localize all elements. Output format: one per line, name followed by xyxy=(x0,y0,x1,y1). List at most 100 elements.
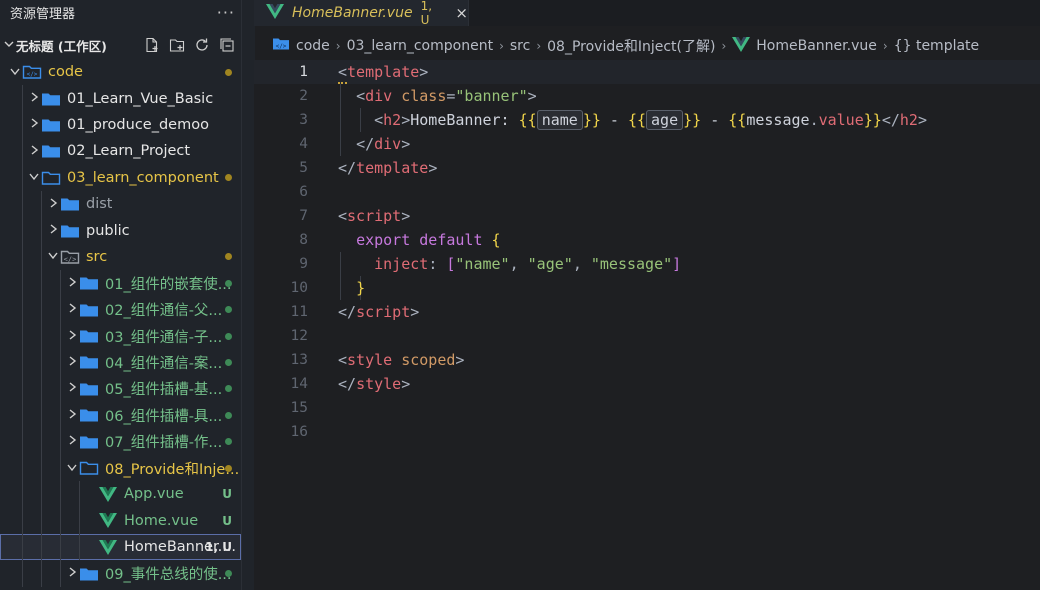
chevron-right-icon: › xyxy=(721,39,727,53)
collapse-all-icon[interactable] xyxy=(219,37,235,53)
folder-item[interactable]: </> code xyxy=(0,59,241,85)
close-icon[interactable]: × xyxy=(455,4,468,22)
line-number: 1 xyxy=(299,64,308,80)
folder-item[interactable]: 02_组件通信-父... xyxy=(0,296,241,323)
folder-icon xyxy=(79,566,99,582)
workspace-row[interactable]: 无标题 (工作区) xyxy=(0,34,241,56)
breadcrumb-item[interactable]: code xyxy=(296,38,330,54)
code-line: 12 xyxy=(254,324,1040,348)
tree-indent-guide xyxy=(41,243,42,271)
tree-indent-guide xyxy=(22,243,23,271)
src-folder-icon: </> xyxy=(60,249,80,265)
tree-indent-guide xyxy=(22,507,23,535)
tree-item-label: Home.vue xyxy=(124,512,199,529)
folder-item[interactable]: 02_Learn_Project xyxy=(0,138,241,165)
folder-icon xyxy=(79,275,99,291)
new-file-icon[interactable] xyxy=(144,37,160,53)
line-number: 6 xyxy=(299,184,308,200)
chevron-down-icon xyxy=(65,462,79,475)
folder-item[interactable]: 04_组件通信-案... xyxy=(0,349,241,376)
chevron-right-icon xyxy=(65,435,79,448)
folder-item[interactable]: 07_组件插槽-作... xyxy=(0,428,241,455)
tree-indent-guide xyxy=(22,481,23,508)
refresh-icon[interactable] xyxy=(194,37,210,53)
tree-indent-guide xyxy=(41,270,42,297)
folder-item[interactable]: 01_produce_demoo xyxy=(0,111,241,139)
folder-item[interactable]: dist xyxy=(0,190,241,218)
tree-indent-guide xyxy=(41,481,42,508)
tree-item-label: 02_组件通信-父... xyxy=(105,303,223,320)
folder-icon xyxy=(41,91,61,107)
svg-text:</>: </> xyxy=(276,43,287,50)
tree-indent-guide xyxy=(41,349,42,376)
tree-item-label: 08_Provide和Inje... xyxy=(105,461,240,478)
tree-indent-guide xyxy=(22,375,23,403)
chevron-right-icon xyxy=(65,409,79,422)
tree-indent-guide xyxy=(22,322,23,350)
tree-indent-guide xyxy=(22,560,23,587)
file-tree: </> code 01_Learn_Vue_Basic 01_produce_demo… xyxy=(0,59,241,587)
tree-item-label: code xyxy=(48,64,83,81)
tree-item-label: 03_learn_component xyxy=(67,169,219,186)
code-editor[interactable]: 1 <template> 2 <div class="banner"> 3 <h… xyxy=(254,60,1040,590)
tab-status: 1, U xyxy=(420,0,433,27)
code-line: 13 <style scoped> xyxy=(254,348,1040,372)
folder-item[interactable]: 08_Provide和Inje... xyxy=(0,454,241,482)
chevron-right-icon xyxy=(46,198,60,211)
folder-item[interactable]: 05_组件插槽-基... xyxy=(0,375,241,403)
tree-indent-guide xyxy=(60,454,61,482)
tree-indent-guide xyxy=(22,349,23,376)
folder-item[interactable]: 09_事件总线的使... xyxy=(0,560,241,587)
tree-indent-guide xyxy=(41,322,42,350)
breadcrumb-item[interactable]: HomeBanner.vue xyxy=(756,38,877,54)
sidebar-scrollbar[interactable] xyxy=(241,0,255,590)
chevron-down-icon xyxy=(27,171,41,184)
folder-icon xyxy=(41,117,61,133)
folder-item[interactable]: 01_Learn_Vue_Basic xyxy=(0,85,241,112)
tab-homebanner[interactable]: HomeBanner.vue 1, U × xyxy=(254,0,469,27)
tree-indent-guide xyxy=(22,402,23,429)
tree-indent-guide xyxy=(60,375,61,403)
tree-indent-guide xyxy=(22,85,23,112)
git-status-badge: U xyxy=(222,487,232,502)
tree-item-label: 07_组件插槽-作... xyxy=(105,435,223,452)
breadcrumb-item[interactable]: 03_learn_component xyxy=(347,38,493,54)
file-item[interactable]: Home.vue U xyxy=(0,507,241,535)
git-status-dot xyxy=(225,68,232,76)
tree-item-label: src xyxy=(86,248,108,265)
git-status-dot xyxy=(225,332,232,340)
git-status-dot xyxy=(225,174,232,182)
tree-indent-guide xyxy=(22,190,23,218)
explorer-actions xyxy=(144,37,241,53)
folder-item[interactable]: 01_组件的嵌套使... xyxy=(0,270,241,297)
code-line: 3 <h2>HomeBanner: {{name}} - {{age}} - {… xyxy=(254,108,1040,132)
file-item[interactable]: HomeBanner.... 1, U xyxy=(0,534,241,561)
code-line: 4 </div> xyxy=(254,132,1040,156)
line-number: 2 xyxy=(299,88,308,104)
editor-tabs: HomeBanner.vue 1, U × xyxy=(254,0,1040,27)
code-text: </template> xyxy=(338,159,438,177)
folder-item[interactable]: 06_组件插槽-具... xyxy=(0,402,241,429)
folder-item[interactable]: public xyxy=(0,217,241,244)
vscode-window: 资源管理器 ··· 无标题 (工作区) </> code 01_Learn_Vu… xyxy=(0,0,1040,590)
folder-item[interactable]: </> src xyxy=(0,243,241,271)
ellipsis-icon[interactable]: ··· xyxy=(217,3,235,22)
breadcrumb-item[interactable]: 08_Provide和Inject(了解) xyxy=(547,36,715,56)
line-number: 12 xyxy=(290,328,308,344)
tree-indent-guide xyxy=(60,402,61,429)
vue-file-icon xyxy=(98,513,118,529)
vue-icon xyxy=(266,3,284,23)
new-folder-icon[interactable] xyxy=(169,37,185,53)
code-line: 15 xyxy=(254,396,1040,420)
breadcrumb-item[interactable]: src xyxy=(510,38,530,54)
git-status-dot xyxy=(225,306,232,314)
tree-indent-guide xyxy=(41,217,42,244)
code-text: <div class="banner"> xyxy=(356,87,537,105)
tree-indent-guide xyxy=(22,111,23,139)
file-item[interactable]: App.vue U xyxy=(0,481,241,508)
tree-indent-guide xyxy=(60,322,61,350)
folder-item[interactable]: 03_learn_component xyxy=(0,164,241,191)
breadcrumb-item[interactable]: {} template xyxy=(894,38,979,54)
folder-item[interactable]: 03_组件通信-子... xyxy=(0,322,241,350)
code-line: 1 <template> xyxy=(254,60,1040,84)
